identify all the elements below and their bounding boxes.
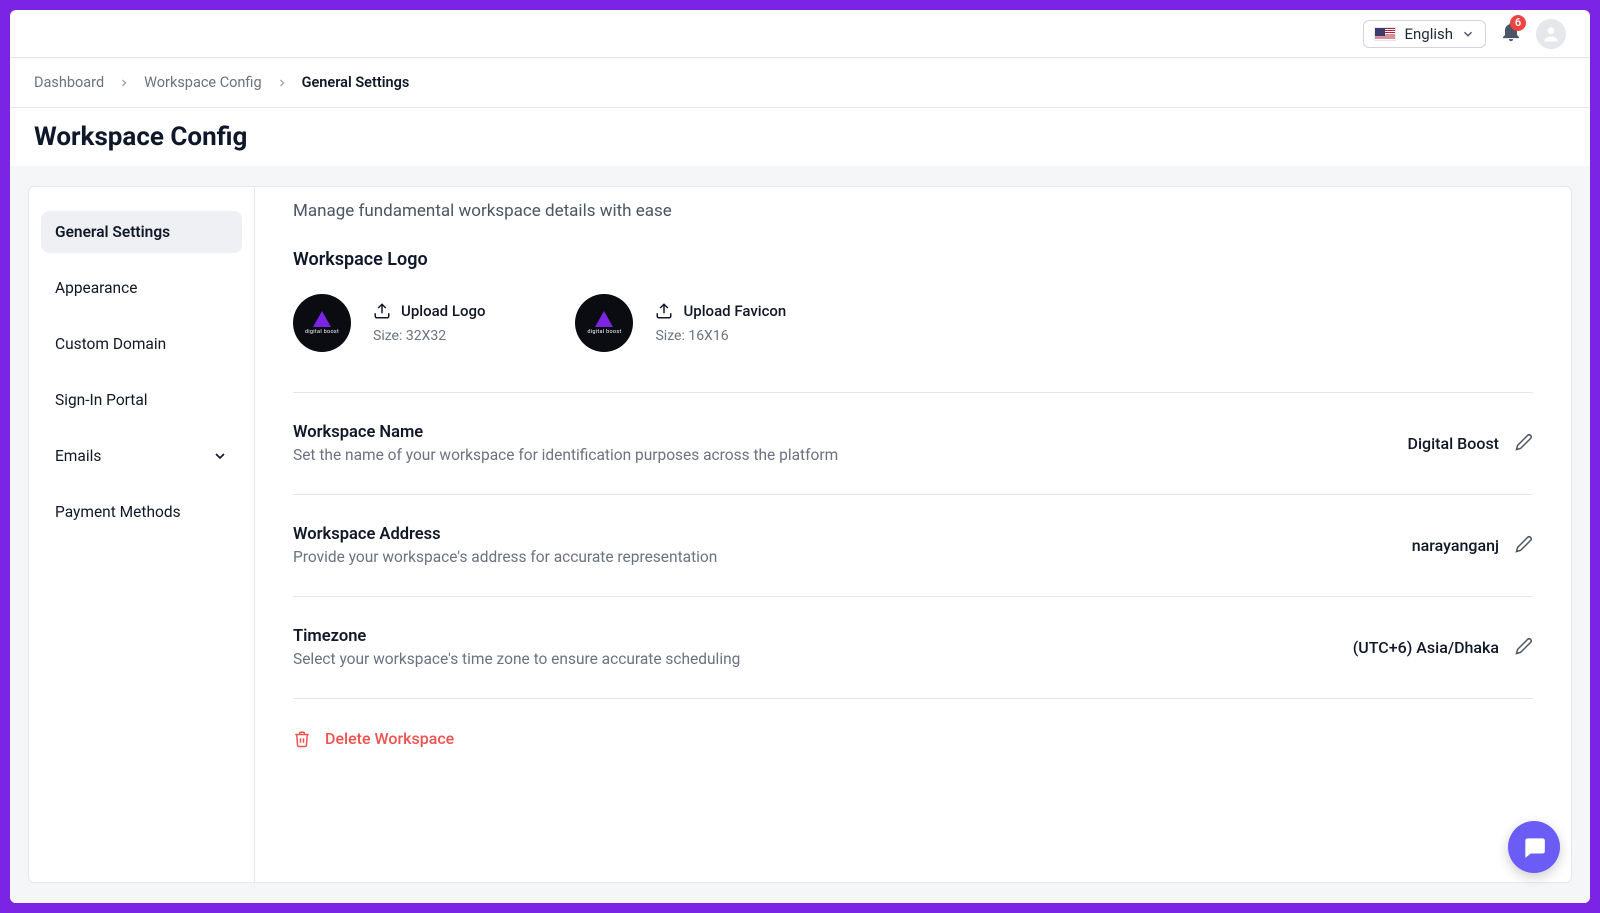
sidebar-item-label: Emails bbox=[55, 447, 101, 465]
favicon-size-hint: Size: 16X16 bbox=[655, 328, 786, 344]
delete-workspace-button[interactable]: Delete Workspace bbox=[293, 699, 1533, 758]
setting-info: Timezone Select your workspace's time zo… bbox=[293, 627, 740, 668]
chevron-right-icon bbox=[276, 77, 288, 89]
trash-icon bbox=[293, 730, 311, 748]
upload-logo-button[interactable]: Upload Logo bbox=[373, 302, 485, 320]
breadcrumb-dashboard[interactable]: Dashboard bbox=[34, 74, 104, 91]
chat-launcher-button[interactable] bbox=[1508, 821, 1560, 873]
sidebar-item-custom-domain[interactable]: Custom Domain bbox=[41, 323, 242, 365]
pencil-icon bbox=[1515, 535, 1533, 553]
topbar: English 6 bbox=[10, 10, 1590, 58]
logo-size-hint: Size: 32X32 bbox=[373, 328, 485, 344]
section-subtitle: Manage fundamental workspace details wit… bbox=[293, 201, 1533, 221]
workspace-name-desc: Set the name of your workspace for ident… bbox=[293, 446, 838, 464]
flame-icon bbox=[313, 311, 331, 327]
sidebar-item-general-settings[interactable]: General Settings bbox=[41, 211, 242, 253]
flame-icon bbox=[595, 311, 613, 327]
upload-logo-meta: Upload Logo Size: 32X32 bbox=[373, 302, 485, 344]
setting-info: Workspace Address Provide your workspace… bbox=[293, 525, 717, 566]
chat-icon bbox=[1521, 834, 1547, 860]
delete-workspace-label: Delete Workspace bbox=[325, 729, 454, 748]
workspace-name-title: Workspace Name bbox=[293, 423, 838, 442]
setting-value-block: Digital Boost bbox=[1408, 433, 1534, 455]
sidebar-item-payment-methods[interactable]: Payment Methods bbox=[41, 491, 242, 533]
pencil-icon bbox=[1515, 637, 1533, 655]
chevron-down-icon bbox=[1461, 27, 1475, 41]
logo-block: digital boost Upload Logo Size: 32X32 bbox=[293, 294, 485, 352]
language-label: English bbox=[1404, 25, 1453, 43]
workspace-logo-preview: digital boost bbox=[293, 294, 351, 352]
app-frame: English 6 Dashboard Workspace Config Gen… bbox=[10, 10, 1590, 903]
stage: General Settings Appearance Custom Domai… bbox=[10, 166, 1590, 903]
workspace-address-title: Workspace Address bbox=[293, 525, 717, 544]
chevron-right-icon bbox=[118, 77, 130, 89]
upload-favicon-button[interactable]: Upload Favicon bbox=[655, 302, 786, 320]
setting-info: Workspace Name Set the name of your work… bbox=[293, 423, 838, 464]
user-avatar[interactable] bbox=[1536, 19, 1566, 49]
sidebar-item-emails[interactable]: Emails bbox=[41, 435, 242, 477]
sidebar-item-sign-in-portal[interactable]: Sign-In Portal bbox=[41, 379, 242, 421]
favicon-brand-text: digital boost bbox=[587, 329, 621, 335]
upload-icon bbox=[373, 302, 391, 320]
pencil-icon bbox=[1515, 433, 1533, 451]
notifications-count-badge: 6 bbox=[1510, 15, 1526, 31]
upload-favicon-meta: Upload Favicon Size: 16X16 bbox=[655, 302, 786, 344]
edit-workspace-address-button[interactable] bbox=[1515, 535, 1533, 557]
content-area[interactable]: Manage fundamental workspace details wit… bbox=[255, 187, 1571, 882]
sidebar-item-label: Sign-In Portal bbox=[55, 391, 148, 409]
breadcrumb-general-settings: General Settings bbox=[302, 74, 410, 91]
workspace-name-value: Digital Boost bbox=[1408, 434, 1500, 453]
breadcrumb-workspace-config[interactable]: Workspace Config bbox=[144, 74, 261, 91]
timezone-desc: Select your workspace's time zone to ens… bbox=[293, 650, 740, 668]
setting-value-block: narayanganj bbox=[1412, 535, 1533, 557]
upload-logo-label: Upload Logo bbox=[401, 302, 485, 320]
workspace-address-row: Workspace Address Provide your workspace… bbox=[293, 495, 1533, 596]
edit-workspace-name-button[interactable] bbox=[1515, 433, 1533, 455]
sidebar-item-label: Payment Methods bbox=[55, 503, 181, 521]
setting-value-block: (UTC+6) Asia/Dhaka bbox=[1353, 637, 1533, 659]
page-title-row: Workspace Config bbox=[10, 108, 1590, 166]
workspace-name-row: Workspace Name Set the name of your work… bbox=[293, 393, 1533, 494]
sidebar-item-label: General Settings bbox=[55, 223, 170, 241]
workspace-address-desc: Provide your workspace's address for acc… bbox=[293, 548, 717, 566]
timezone-title: Timezone bbox=[293, 627, 740, 646]
logo-brand-text: digital boost bbox=[305, 329, 339, 335]
breadcrumb: Dashboard Workspace Config General Setti… bbox=[10, 58, 1590, 108]
user-icon bbox=[1541, 24, 1561, 44]
workspace-address-value: narayanganj bbox=[1412, 536, 1499, 555]
timezone-value: (UTC+6) Asia/Dhaka bbox=[1353, 638, 1499, 657]
panel: General Settings Appearance Custom Domai… bbox=[28, 186, 1572, 883]
sidebar-item-label: Appearance bbox=[55, 279, 137, 297]
workspace-logo-heading: Workspace Logo bbox=[293, 249, 1533, 270]
language-picker[interactable]: English bbox=[1363, 20, 1486, 48]
page-title: Workspace Config bbox=[34, 122, 1566, 152]
us-flag-icon bbox=[1374, 27, 1396, 41]
settings-sidebar: General Settings Appearance Custom Domai… bbox=[29, 187, 255, 882]
upload-icon bbox=[655, 302, 673, 320]
edit-timezone-button[interactable] bbox=[1515, 637, 1533, 659]
notifications-button[interactable]: 6 bbox=[1500, 21, 1522, 47]
sidebar-item-label: Custom Domain bbox=[55, 335, 166, 353]
workspace-favicon-preview: digital boost bbox=[575, 294, 633, 352]
favicon-block: digital boost Upload Favicon Size: 16X16 bbox=[575, 294, 786, 352]
upload-favicon-label: Upload Favicon bbox=[683, 302, 786, 320]
logo-row: digital boost Upload Logo Size: 32X32 bbox=[293, 294, 1533, 352]
sidebar-item-appearance[interactable]: Appearance bbox=[41, 267, 242, 309]
chevron-down-icon bbox=[212, 448, 228, 464]
timezone-row: Timezone Select your workspace's time zo… bbox=[293, 597, 1533, 698]
